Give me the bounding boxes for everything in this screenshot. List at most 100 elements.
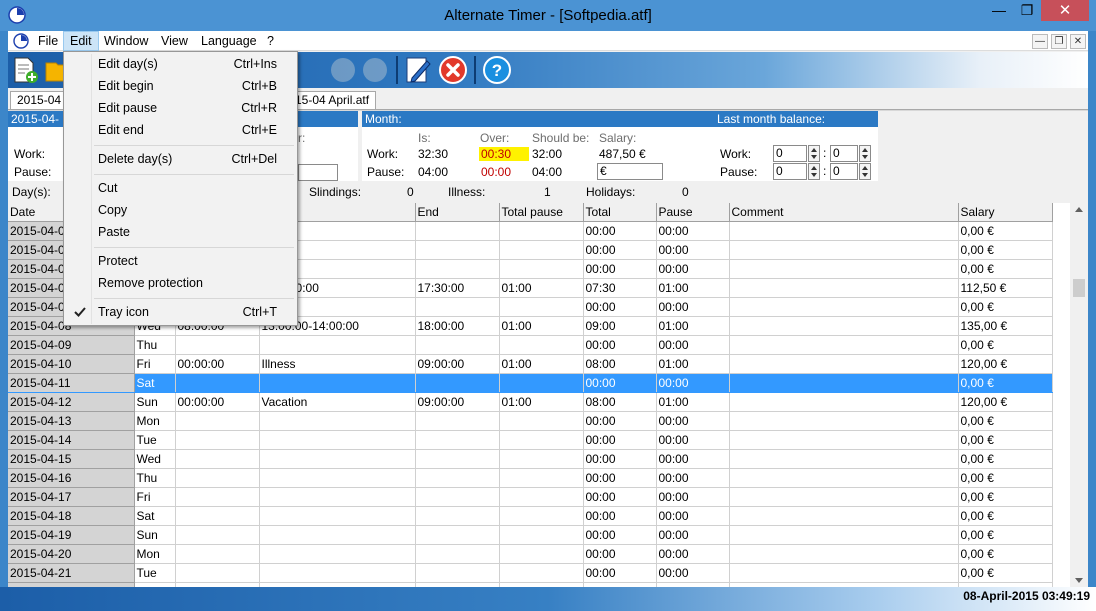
cell-begin[interactable] <box>175 335 260 355</box>
cell-pause-range[interactable] <box>259 449 416 469</box>
cell-pause[interactable]: 00:00 <box>656 430 730 450</box>
cell-weekday[interactable]: Fri <box>134 354 176 374</box>
cell-total-pause[interactable] <box>499 430 584 450</box>
cell-end[interactable]: 17:30:00 <box>415 278 500 298</box>
cell-date[interactable]: 2015-04-10 <box>8 354 135 374</box>
cell-end[interactable] <box>415 506 500 526</box>
cell-salary[interactable]: 120,00 € <box>958 354 1053 374</box>
cell-date[interactable]: 2015-04-09 <box>8 335 135 355</box>
cell-total-pause[interactable] <box>499 240 584 260</box>
cell-total-pause[interactable]: 01:00 <box>499 316 584 336</box>
cell-pause[interactable]: 00:00 <box>656 221 730 241</box>
menu-delete-days[interactable]: Delete day(s) Ctrl+Del <box>66 148 295 170</box>
cell-date[interactable]: 2015-04-12 <box>8 392 135 412</box>
cell-begin[interactable] <box>175 563 260 583</box>
cell-begin[interactable] <box>175 487 260 507</box>
cell-begin[interactable] <box>175 544 260 564</box>
cell-comment[interactable] <box>729 525 959 545</box>
cell-comment[interactable] <box>729 221 959 241</box>
cell-comment[interactable] <box>729 278 959 298</box>
cell-date[interactable]: 2015-04-18 <box>8 506 135 526</box>
last-pause-minutes-spinner[interactable] <box>859 163 871 180</box>
cell-total[interactable]: 00:00 <box>583 525 657 545</box>
cell-total[interactable]: 00:00 <box>583 373 657 393</box>
menu-edit-pause[interactable]: Edit pause Ctrl+R <box>66 97 295 119</box>
cell-begin[interactable] <box>175 525 260 545</box>
cell-date[interactable]: 2015-04-13 <box>8 411 135 431</box>
cell-pause[interactable]: 00:00 <box>656 544 730 564</box>
cell-total[interactable]: 00:00 <box>583 221 657 241</box>
cell-total[interactable]: 08:00 <box>583 354 657 374</box>
cell-pause-range[interactable] <box>259 335 416 355</box>
column-header-comment[interactable]: Comment <box>729 203 959 222</box>
menu-paste[interactable]: Paste <box>66 221 295 243</box>
cell-end[interactable] <box>415 468 500 488</box>
cell-begin[interactable] <box>175 373 260 393</box>
cell-comment[interactable] <box>729 297 959 317</box>
cell-weekday[interactable]: Tue <box>134 563 176 583</box>
cell-total[interactable]: 00:00 <box>583 563 657 583</box>
cell-salary[interactable]: 120,00 € <box>958 392 1053 412</box>
cell-comment[interactable] <box>729 259 959 279</box>
menu-cut[interactable]: Cut <box>66 177 295 199</box>
cell-comment[interactable] <box>729 354 959 374</box>
cell-salary[interactable]: 0,00 € <box>958 449 1053 469</box>
cell-salary[interactable]: 0,00 € <box>958 240 1053 260</box>
cell-total[interactable]: 00:00 <box>583 449 657 469</box>
menu-window[interactable]: Window <box>98 31 154 51</box>
cell-pause[interactable]: 01:00 <box>656 354 730 374</box>
menu-edit-days[interactable]: Edit day(s) Ctrl+Ins <box>66 53 295 75</box>
cell-pause[interactable]: 00:00 <box>656 449 730 469</box>
last-pause-minutes-input[interactable]: 0 <box>830 163 858 180</box>
cell-weekday[interactable]: Thu <box>134 335 176 355</box>
cell-begin[interactable]: 00:00:00 <box>175 392 260 412</box>
cell-pause-range[interactable] <box>259 468 416 488</box>
cell-total-pause[interactable] <box>499 411 584 431</box>
cell-weekday[interactable]: Mon <box>134 544 176 564</box>
vertical-scrollbar[interactable] <box>1070 203 1088 587</box>
table-row[interactable]: 2015-04-12 Sun 00:00:00 Vacation 09:00:00 01:… <box>8 392 1053 412</box>
scroll-up-arrow-icon[interactable] <box>1075 207 1083 212</box>
column-header-total[interactable]: Total <box>583 203 657 222</box>
cell-pause[interactable]: 00:00 <box>656 468 730 488</box>
last-pause-hours-input[interactable]: 0 <box>773 163 807 180</box>
cell-end[interactable] <box>415 449 500 469</box>
cell-pause[interactable]: 00:00 <box>656 411 730 431</box>
cell-pause-range[interactable]: Vacation <box>259 392 416 412</box>
cell-pause[interactable]: 00:00 <box>656 335 730 355</box>
cell-pause-range[interactable] <box>259 544 416 564</box>
cell-pause[interactable]: 00:00 <box>656 525 730 545</box>
table-row[interactable]: 2015-04-18 Sat 00:00 00:00 0,00 € <box>8 506 1053 526</box>
scroll-thumb[interactable] <box>1073 279 1085 297</box>
cell-pause-range[interactable]: Illness <box>259 354 416 374</box>
cell-weekday[interactable]: Thu <box>134 468 176 488</box>
cell-total-pause[interactable] <box>499 373 584 393</box>
cell-comment[interactable] <box>729 449 959 469</box>
cell-salary[interactable]: 0,00 € <box>958 525 1053 545</box>
cell-pause[interactable]: 00:00 <box>656 240 730 260</box>
cell-comment[interactable] <box>729 240 959 260</box>
cell-weekday[interactable]: Tue <box>134 430 176 450</box>
last-work-minutes-spinner[interactable] <box>859 145 871 162</box>
cell-end[interactable]: 09:00:00 <box>415 392 500 412</box>
cell-total[interactable]: 08:00 <box>583 392 657 412</box>
cell-total-pause[interactable] <box>499 563 584 583</box>
cell-total-pause[interactable] <box>499 221 584 241</box>
delete-x-icon[interactable] <box>438 55 468 85</box>
cell-pause[interactable]: 01:00 <box>656 392 730 412</box>
cell-end[interactable] <box>415 297 500 317</box>
cell-end[interactable] <box>415 525 500 545</box>
month-pause-salary-field[interactable]: € <box>597 163 663 180</box>
column-header-salary[interactable]: Salary <box>958 203 1053 222</box>
table-row[interactable]: 2015-04-21 Tue 00:00 00:00 0,00 € <box>8 563 1053 583</box>
cell-comment[interactable] <box>729 392 959 412</box>
cell-total-pause[interactable] <box>499 525 584 545</box>
cell-salary[interactable]: 0,00 € <box>958 468 1053 488</box>
help-icon[interactable]: ? <box>482 55 512 85</box>
maximize-button[interactable]: ❐ <box>1013 0 1041 21</box>
document-clock-icon[interactable] <box>13 33 29 49</box>
cell-pause[interactable]: 00:00 <box>656 373 730 393</box>
cell-begin[interactable] <box>175 506 260 526</box>
cell-total-pause[interactable] <box>499 468 584 488</box>
child-minimize-button[interactable]: — <box>1032 34 1048 49</box>
